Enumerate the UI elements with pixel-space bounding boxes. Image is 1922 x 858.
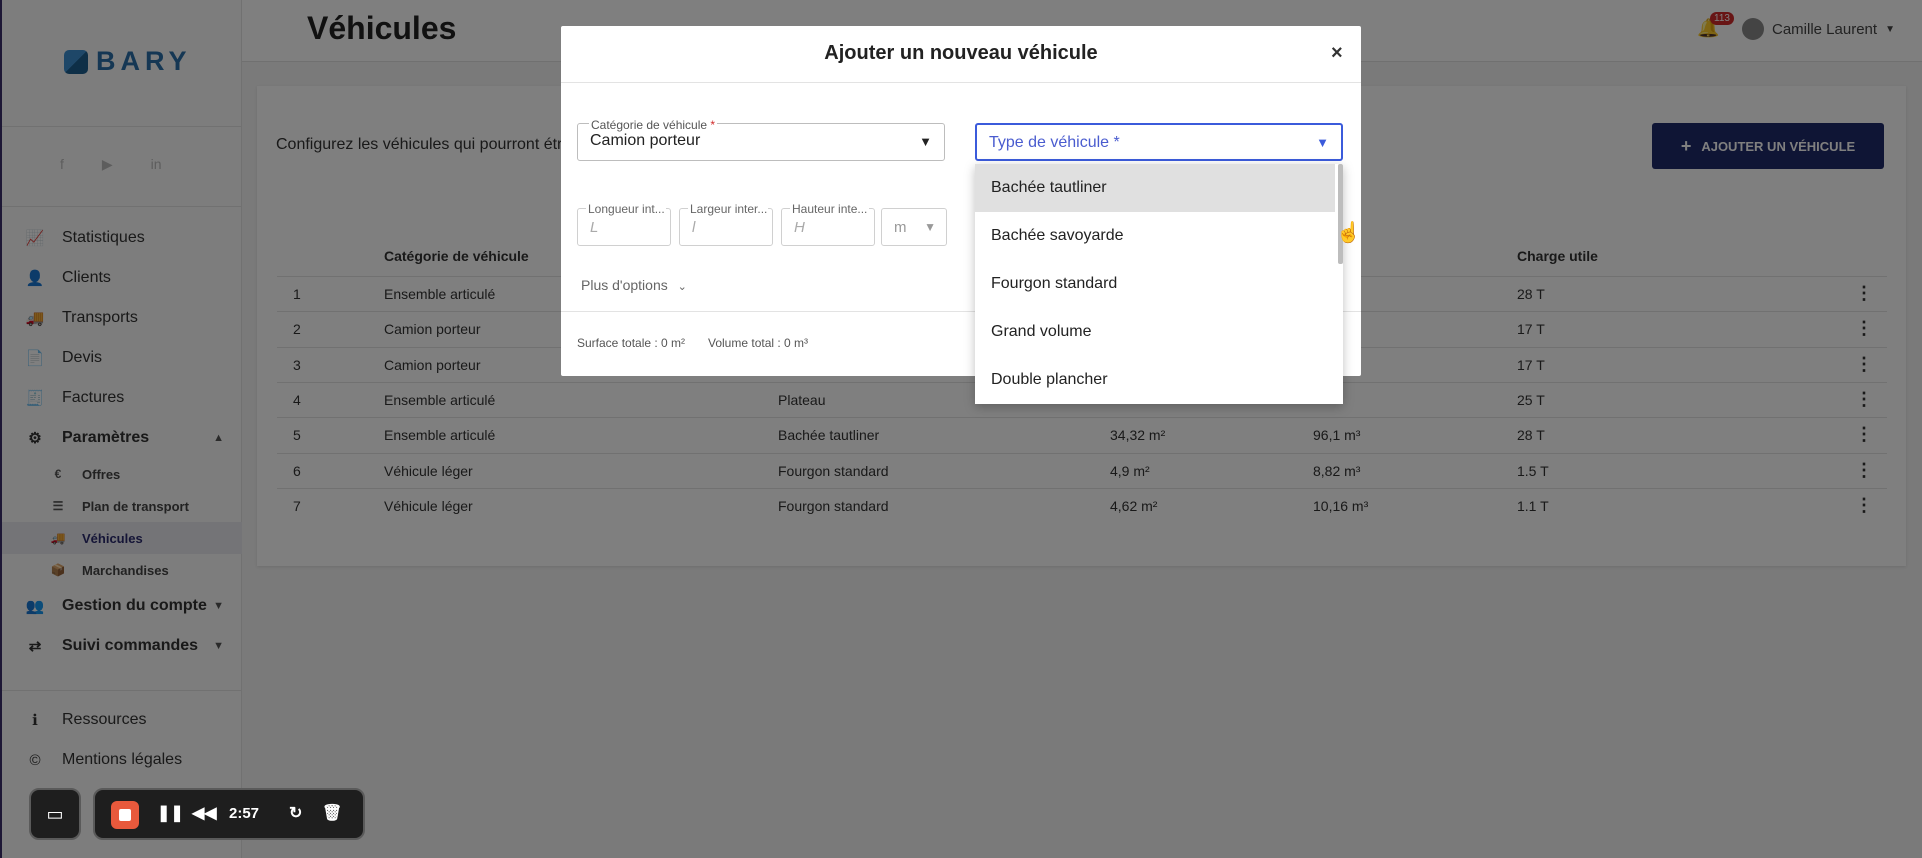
chevron-down-icon: ⌄	[677, 281, 687, 293]
volume-total: Volume total : 0 m³	[708, 336, 809, 350]
option-bachee-savoyarde[interactable]: Bachée savoyarde	[975, 212, 1335, 260]
category-value: Camion porteur	[590, 132, 701, 149]
trash-icon[interactable]: 🗑	[322, 803, 342, 823]
option-grand-volume[interactable]: Grand volume	[975, 308, 1335, 356]
length-label: Longueur int...	[586, 202, 666, 216]
more-options-toggle[interactable]: Plus d'options ⌄	[581, 277, 687, 293]
more-options-label: Plus d'options	[581, 277, 668, 293]
unit-select[interactable]: m ▼	[881, 208, 947, 246]
height-input[interactable]: Hauteur inte... H	[781, 202, 875, 246]
caret-down-icon: ▼	[919, 134, 932, 149]
width-input[interactable]: Largeur inter... l	[679, 202, 773, 246]
dropdown-scrollbar[interactable]	[1338, 164, 1343, 264]
width-label: Largeur inter...	[688, 202, 768, 216]
unit-value: m	[894, 219, 907, 236]
category-select[interactable]: Catégorie de véhicule * Camion porteur ▼	[577, 118, 945, 161]
category-label: Catégorie de véhicule *	[589, 118, 718, 132]
pause-icon[interactable]: ❚❚	[157, 803, 184, 823]
height-placeholder: H	[794, 219, 805, 236]
option-double-plancher[interactable]: Double plancher	[975, 356, 1335, 404]
option-bachee-tautliner[interactable]: Bachée tautliner	[975, 164, 1335, 212]
vehicle-type-dropdown: Bachée tautliner Bachée savoyarde Fourgo…	[975, 164, 1343, 404]
vehicle-type-select[interactable]: Type de véhicule * ▼	[975, 123, 1343, 161]
rewind-icon[interactable]: ◀◀	[192, 803, 217, 823]
vehicle-type-placeholder: Type de véhicule *	[989, 134, 1120, 151]
recording-timer: 2:57	[229, 805, 260, 822]
height-label: Hauteur inte...	[790, 202, 870, 216]
stop-icon	[119, 809, 131, 821]
caret-down-icon: ▼	[924, 220, 936, 234]
stop-recording-button[interactable]	[111, 801, 139, 829]
modal-divider	[561, 82, 1361, 83]
caret-down-icon: ▼	[1316, 135, 1329, 150]
close-icon[interactable]: ×	[1331, 42, 1343, 65]
length-input[interactable]: Longueur int... L	[577, 202, 671, 246]
camera-button[interactable]: ▭	[29, 788, 81, 840]
recording-controls: ❚❚ ◀◀ 2:57 ↻ 🗑	[93, 788, 365, 840]
length-placeholder: L	[590, 219, 599, 236]
modal-title: Ajouter un nouveau véhicule	[824, 42, 1098, 64]
width-placeholder: l	[692, 219, 696, 236]
restart-icon[interactable]: ↻	[289, 803, 302, 823]
video-camera-icon: ▭	[46, 803, 64, 824]
surface-total: Surface totale : 0 m²	[577, 336, 686, 350]
option-fourgon-standard[interactable]: Fourgon standard	[975, 260, 1335, 308]
hand-cursor-icon: ☝	[1336, 222, 1361, 244]
